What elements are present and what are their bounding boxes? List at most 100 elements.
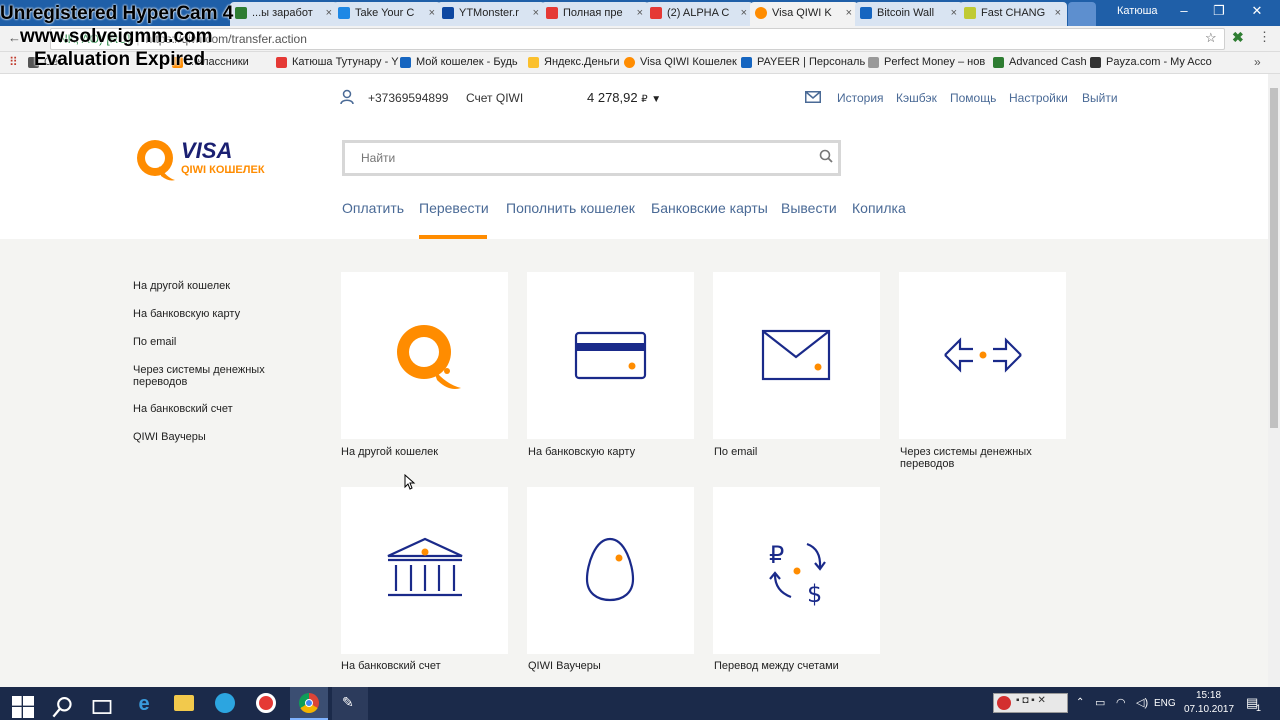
browser-tab[interactable]: Take Your C × [333, 2, 441, 26]
bookmark-item[interactable]: Advanced Cash [993, 56, 1087, 68]
battery-icon[interactable]: ▭ [1095, 696, 1105, 709]
clock-date[interactable]: 07.10.2017 [1184, 704, 1234, 715]
card-bank-account[interactable] [341, 487, 508, 654]
bookmark-label: Яндекс.Деньги [544, 56, 620, 68]
nav-pay[interactable]: Оплатить [342, 200, 404, 216]
browser-tab[interactable]: Fast CHANG × [959, 2, 1067, 26]
close-icon[interactable]: × [533, 2, 539, 24]
telegram-icon[interactable] [215, 693, 235, 713]
clock-time[interactable]: 15:18 [1196, 690, 1221, 701]
settings-link[interactable]: Настройки [1009, 91, 1068, 105]
close-window-icon[interactable]: ✕ [1245, 3, 1269, 19]
close-icon[interactable]: × [846, 2, 852, 24]
chevron-up-icon[interactable]: ⌃ [1076, 697, 1084, 708]
nav-topup-wallet[interactable]: Пополнить кошелек [506, 200, 635, 216]
browser-tab[interactable]: (2) ALPHA C × [645, 2, 753, 26]
maximize-icon[interactable]: ❐ [1207, 3, 1231, 19]
nav-bank-cards[interactable]: Банковские карты [651, 200, 768, 216]
card-bank-card[interactable] [527, 272, 694, 439]
card-money-transfer[interactable] [899, 272, 1066, 439]
sidebar-item-vouchers[interactable]: QIWI Ваучеры [133, 431, 293, 443]
mail-icon[interactable] [805, 90, 821, 108]
qiwi-logo[interactable]: VISA QIWI КОШЕЛЕК [133, 136, 283, 186]
search-input[interactable] [361, 151, 801, 165]
bookmark-icon [528, 57, 539, 68]
logout-link[interactable]: Выйти [1082, 91, 1118, 105]
app-taskbar-button[interactable]: ✎ [332, 687, 368, 720]
bookmark-item[interactable]: PAYEER | Персональ [741, 56, 865, 68]
sidebar-item-wallet[interactable]: На другой кошелек [133, 280, 293, 292]
bookmark-item[interactable]: Payza.com - My Acco [1090, 56, 1212, 68]
app-icon[interactable] [256, 693, 276, 713]
bookmark-item[interactable]: Яндекс.Деньги [528, 56, 620, 68]
card-label: На другой кошелек [341, 446, 439, 458]
help-link[interactable]: Помощь [950, 91, 996, 105]
scrollbar-thumb[interactable] [1270, 88, 1278, 428]
search-icon[interactable] [52, 696, 74, 718]
card-email[interactable] [713, 272, 880, 439]
browser-tab[interactable]: YTMonster.r × [437, 2, 545, 26]
edge-browser-icon[interactable]: e [133, 693, 155, 715]
browser-tab[interactable]: ...ы заработ × [230, 2, 338, 26]
window-user-label: Катюша [1117, 5, 1158, 17]
bookmark-item[interactable]: Perfect Money – нов [868, 56, 985, 68]
windows-start-icon[interactable] [12, 696, 34, 718]
chrome-icon-center [305, 699, 313, 707]
browser-tab[interactable]: Полная пре × [541, 2, 649, 26]
nav-transfer[interactable]: Перевести [419, 200, 489, 216]
recorder-toolbar[interactable]: ▪ ◘ ▪ ✕ [993, 693, 1068, 713]
history-link[interactable]: История [837, 91, 884, 105]
nav-piggy-bank[interactable]: Копилка [852, 200, 906, 216]
bookmark-label: Мой кошелек - Будь [416, 56, 518, 68]
more-bookmarks-icon[interactable]: » [1254, 55, 1261, 69]
bookmark-item[interactable]: Visa QIWI Кошелек [624, 56, 737, 68]
volume-icon[interactable]: ◁) [1136, 696, 1148, 709]
wifi-icon[interactable]: ◠ [1116, 696, 1126, 709]
balance-amount[interactable]: 4 278,92 ₽ ▼ [587, 90, 661, 105]
user-icon[interactable] [340, 89, 354, 110]
bookmark-item[interactable]: Мой кошелек - Будь [400, 56, 518, 68]
phone-number[interactable]: +37369594899 [368, 91, 448, 105]
bookmark-item[interactable]: Катюша Тутунару - Y [276, 56, 399, 68]
watermark-line: www.solveigmm.com [20, 26, 213, 47]
task-view-icon[interactable] [91, 696, 113, 718]
menu-dots-icon[interactable]: ⋮ [1258, 29, 1271, 45]
star-icon[interactable]: ☆ [1205, 30, 1217, 46]
close-icon[interactable]: × [429, 2, 435, 24]
sidebar-item-bank-card[interactable]: На банковскую карту [133, 308, 293, 320]
qiwi-icon [624, 57, 635, 68]
new-tab-button[interactable] [1068, 2, 1096, 26]
language-indicator[interactable]: ENG [1154, 698, 1176, 709]
minimize-icon[interactable]: – [1172, 3, 1196, 18]
sidebar-item-money-transfer[interactable]: Через системы денежных переводов [133, 364, 283, 388]
nav-withdraw[interactable]: Вывести [781, 200, 837, 216]
browser-tab-active[interactable]: Visa QIWI K × [750, 2, 858, 26]
sidebar-item-email[interactable]: По email [133, 336, 293, 348]
card-vouchers[interactable] [527, 487, 694, 654]
browser-tab[interactable]: Bitcoin Wall × [855, 2, 963, 26]
watermark-line: Evaluation Expired [34, 49, 206, 70]
close-icon[interactable]: × [637, 2, 643, 24]
tab-label: ...ы заработ [252, 7, 313, 19]
cashback-link[interactable]: Кэшбэк [896, 91, 937, 105]
svg-text:₽: ₽ [769, 541, 784, 569]
extension-icon[interactable]: ✖ [1232, 29, 1244, 46]
page-scrollbar[interactable] [1268, 74, 1280, 687]
card-wallet[interactable] [341, 272, 508, 439]
windows-taskbar: e ✎ ▪ ◘ ▪ ✕ ⌃ ▭ ◠ ◁) ENG 15:18 07.10.201… [0, 687, 1280, 720]
recording-watermark: Unregistered HyperCam 4 www.solveigmm.co… [0, 2, 233, 71]
sidebar-item-bank-account[interactable]: На банковский счет [133, 403, 293, 415]
file-explorer-icon[interactable] [174, 695, 194, 711]
record-icon[interactable] [997, 696, 1011, 710]
search-icon[interactable] [819, 149, 833, 168]
chrome-taskbar-button[interactable] [290, 687, 328, 720]
close-icon[interactable]: × [741, 2, 747, 24]
card-account-transfer[interactable]: ₽ $ [713, 487, 880, 654]
recorder-controls-icon[interactable]: ▪ ◘ ▪ ✕ [1016, 695, 1046, 706]
close-icon[interactable]: × [1055, 2, 1061, 24]
close-icon[interactable]: × [951, 2, 957, 24]
close-icon[interactable]: × [326, 2, 332, 24]
favicon-icon [442, 7, 454, 19]
bookmark-label: Катюша Тутунару - Y [292, 56, 399, 68]
favicon-icon [338, 7, 350, 19]
